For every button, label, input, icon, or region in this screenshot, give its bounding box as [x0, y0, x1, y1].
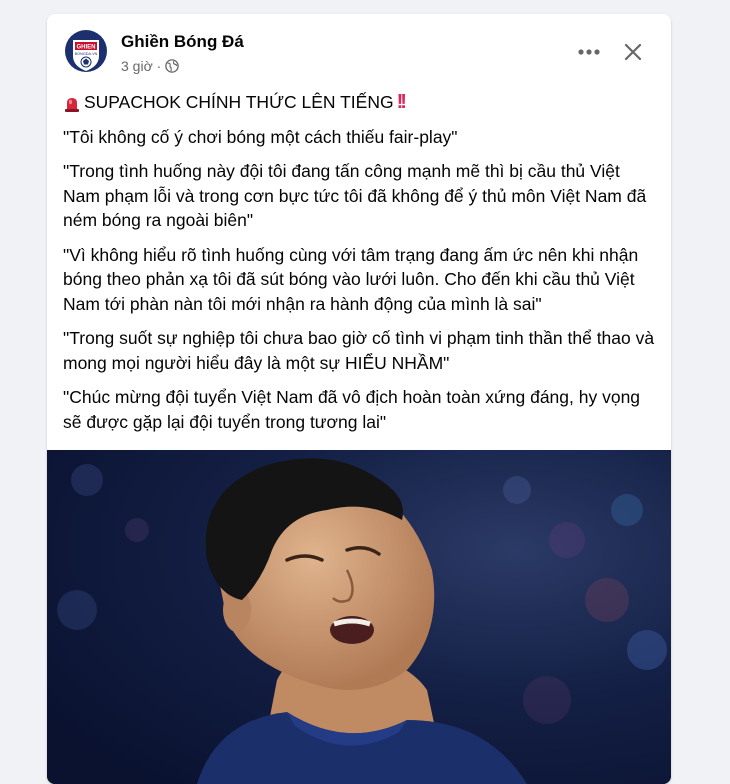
- close-button[interactable]: [617, 36, 649, 68]
- post-card: GHIEN BONGDA.VN Ghiền Bóng Đá 3 giờ · SU…: [47, 14, 671, 784]
- post-text: SUPACHOK CHÍNH THỨC LÊN TIẾNG !! "Tôi kh…: [47, 84, 671, 434]
- post-header: GHIEN BONGDA.VN Ghiền Bóng Đá 3 giờ ·: [47, 14, 671, 84]
- post-paragraph-4: "Trong suốt sự nghiệp tôi chưa bao giờ c…: [63, 328, 655, 373]
- post-headline: SUPACHOK CHÍNH THỨC LÊN TIẾNG !!: [63, 90, 655, 115]
- double-exclamation-icon: !!: [396, 91, 407, 113]
- page-name[interactable]: Ghiền Bóng Đá: [121, 32, 244, 52]
- close-icon: [624, 43, 642, 61]
- post-paragraph-1: "Tôi không cố ý chơi bóng một cách thiếu…: [63, 126, 458, 147]
- more-options-button[interactable]: [573, 36, 605, 68]
- more-options-icon: [578, 49, 600, 55]
- post-paragraph-2: "Trong tình huống này đội tôi đang tấn c…: [63, 161, 647, 230]
- post-time[interactable]: 3 giờ ·: [121, 58, 161, 74]
- post-paragraph-5: "Chúc mừng đội tuyển Việt Nam đã vô địch…: [63, 387, 641, 432]
- svg-text:BONGDA.VN: BONGDA.VN: [75, 52, 98, 56]
- globe-icon: [165, 59, 180, 73]
- page-logo: GHIEN BONGDA.VN: [63, 28, 109, 74]
- headline-text: SUPACHOK CHÍNH THỨC LÊN TIẾNG: [84, 92, 394, 112]
- siren-icon: [63, 94, 81, 113]
- player-photo: [47, 450, 671, 784]
- page-avatar[interactable]: GHIEN BONGDA.VN: [63, 28, 109, 74]
- post-meta: 3 giờ ·: [121, 58, 180, 74]
- svg-text:GHIEN: GHIEN: [76, 45, 95, 51]
- post-photo[interactable]: [47, 450, 671, 784]
- post-paragraph-3: "Vì không hiểu rõ tình huống cùng với tâ…: [63, 244, 639, 314]
